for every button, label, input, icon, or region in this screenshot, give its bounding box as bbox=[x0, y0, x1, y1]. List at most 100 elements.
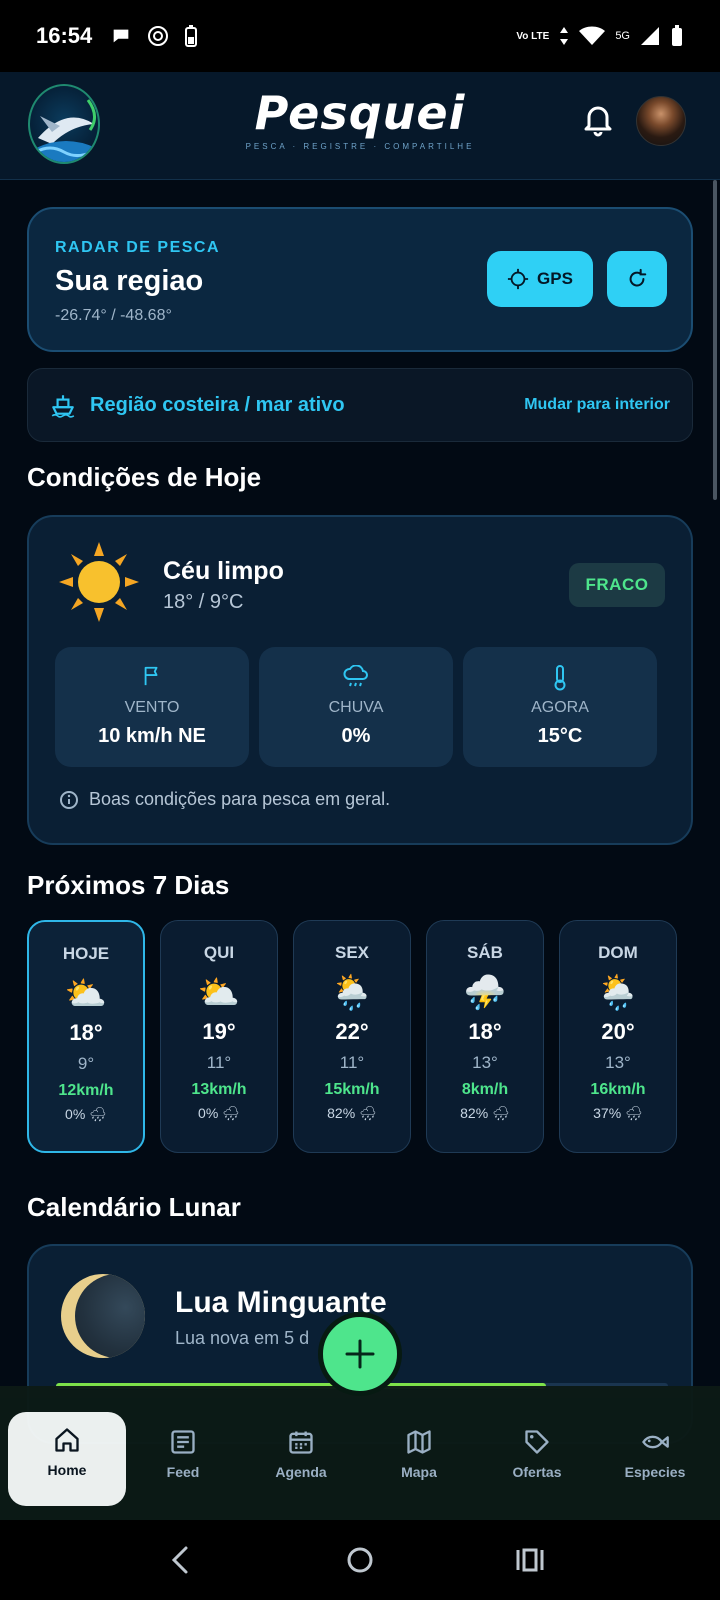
tag-icon bbox=[525, 1430, 549, 1454]
nav-label: Ofertas bbox=[512, 1464, 562, 1480]
plus-icon bbox=[345, 1339, 375, 1369]
day-rain: 82% 🌧 bbox=[427, 1105, 543, 1122]
day-card-fri[interactable]: SEX 🌦️ 22° 11° 15km/h 82% 🌧 bbox=[293, 920, 411, 1153]
day-card-thu[interactable]: QUI ⛅ 19° 11° 13km/h 0% 🌧 bbox=[160, 920, 278, 1153]
conditions-note: Boas condições para pesca em geral. bbox=[59, 789, 390, 810]
recents-icon[interactable] bbox=[514, 1540, 546, 1580]
chat-bubble-icon bbox=[113, 29, 129, 43]
openai-icon bbox=[148, 26, 169, 46]
nav-label: Agenda bbox=[275, 1464, 327, 1480]
conditions-note-text: Boas condições para pesca em geral. bbox=[89, 789, 391, 809]
moon-icon bbox=[61, 1274, 145, 1358]
day-name: DOM bbox=[598, 943, 638, 962]
radar-label: RADAR DE PESCA bbox=[55, 239, 221, 256]
nav-agenda[interactable]: Agenda bbox=[242, 1414, 360, 1496]
bottom-nav: Home Feed Agenda Mapa Ofertas Especies bbox=[0, 1386, 720, 1520]
home-circle-icon[interactable] bbox=[340, 1540, 380, 1580]
day-card-sun[interactable]: DOM 🌦️ 20° 13° 16km/h 37% 🌧 bbox=[559, 920, 677, 1153]
nav-label: Mapa bbox=[401, 1464, 437, 1480]
refresh-icon bbox=[629, 268, 647, 287]
sun-rain-icon: 🌦️ bbox=[330, 974, 374, 1012]
metric-rain: CHUVA 0% bbox=[259, 647, 453, 767]
scrollbar[interactable] bbox=[713, 180, 717, 500]
day-wind: 13km/h bbox=[191, 1081, 247, 1098]
day-max-temp: 18° bbox=[69, 1020, 103, 1045]
metric-label: AGORA bbox=[531, 699, 589, 716]
day-card-sat[interactable]: SÁB ⛈️ 18° 13° 8km/h 82% 🌧 bbox=[426, 920, 544, 1153]
nav-label: Home bbox=[47, 1462, 87, 1478]
temperature-range: 18° / 9°C bbox=[163, 591, 244, 613]
day-rain: 0% 🌧 bbox=[29, 1106, 143, 1123]
sky-condition: Céu limpo bbox=[163, 557, 284, 585]
region-bar: Região costeira / mar ativo Mudar para i… bbox=[27, 368, 693, 442]
region-text: Região costeira / mar ativo bbox=[90, 393, 345, 416]
status-notification-icons bbox=[110, 24, 198, 48]
day-max-temp: 19° bbox=[202, 1019, 236, 1044]
nav-especies[interactable]: Especies bbox=[596, 1414, 714, 1496]
day-rain-value: 82% bbox=[460, 1105, 489, 1121]
news-icon bbox=[171, 1430, 195, 1454]
avatar[interactable] bbox=[636, 96, 686, 146]
refresh-button[interactable] bbox=[607, 251, 667, 307]
map-icon bbox=[407, 1430, 431, 1454]
app-header: Pesquei PESCA · REGISTRE · COMPARTILHE bbox=[0, 72, 720, 180]
day-rain: 82% 🌧 bbox=[294, 1105, 410, 1122]
nav-feed[interactable]: Feed bbox=[124, 1414, 242, 1496]
day-rain-value: 82% bbox=[327, 1105, 356, 1121]
day-rain-value: 37% bbox=[593, 1105, 622, 1121]
ship-icon bbox=[51, 395, 75, 418]
status-system-icons: Vo LTE 5G bbox=[516, 25, 684, 47]
bell-icon[interactable] bbox=[580, 100, 616, 145]
battery-icon bbox=[672, 25, 682, 46]
day-rain: 37% 🌧 bbox=[560, 1105, 676, 1122]
add-button[interactable] bbox=[318, 1312, 402, 1396]
day-rain-value: 0% bbox=[198, 1105, 219, 1121]
nav-home[interactable]: Home bbox=[8, 1412, 126, 1506]
day-min-temp: 11° bbox=[339, 1053, 365, 1072]
nav-ofertas[interactable]: Ofertas bbox=[478, 1414, 596, 1496]
moon-subtext: Lua nova em 5 d bbox=[175, 1328, 310, 1348]
day-wind: 12km/h bbox=[58, 1082, 114, 1099]
day-name: SEX bbox=[334, 943, 370, 962]
radar-title: Sua regiao bbox=[55, 265, 204, 297]
day-max-temp: 20° bbox=[601, 1019, 635, 1044]
change-region-link[interactable]: Mudar para interior bbox=[524, 396, 670, 414]
nav-mapa[interactable]: Mapa bbox=[360, 1414, 478, 1496]
lunar-title: Calendário Lunar bbox=[27, 1192, 241, 1222]
sun-rain-icon: 🌦️ bbox=[596, 974, 640, 1012]
day-min-temp: 9° bbox=[77, 1054, 95, 1073]
metric-label: CHUVA bbox=[328, 699, 384, 716]
metric-now: AGORA 15°C bbox=[463, 647, 657, 767]
day-wind: 15km/h bbox=[324, 1081, 380, 1098]
forecast-title: Próximos 7 Dias bbox=[27, 870, 230, 900]
gps-button[interactable]: GPS bbox=[487, 251, 593, 307]
system-nav-bar bbox=[0, 1520, 720, 1600]
metric-value: 0% bbox=[341, 725, 371, 747]
back-icon[interactable] bbox=[164, 1540, 194, 1580]
status-bar: 16:54 Vo LTE 5G bbox=[0, 0, 720, 72]
crosshair-icon bbox=[507, 268, 529, 290]
calendar-icon bbox=[289, 1431, 313, 1454]
day-min-temp: 11° bbox=[206, 1053, 232, 1072]
volte-indicator: Vo LTE bbox=[516, 30, 550, 42]
rain-cloud-icon bbox=[343, 665, 368, 687]
home-icon bbox=[55, 1428, 79, 1452]
nav-label: Especies bbox=[624, 1464, 686, 1480]
gps-button-label: GPS bbox=[537, 269, 573, 288]
day-name: HOJE bbox=[62, 944, 110, 963]
day-min-temp: 13° bbox=[472, 1053, 498, 1072]
thermometer-icon bbox=[554, 665, 566, 691]
metric-value: 15°C bbox=[537, 725, 583, 747]
day-card-today[interactable]: HOJE ⛅ 18° 9° 12km/h 0% 🌧 bbox=[27, 920, 145, 1153]
battery-saver-icon bbox=[185, 25, 198, 47]
partly-cloudy-icon: ⛅ bbox=[197, 974, 241, 1012]
info-icon bbox=[60, 790, 78, 809]
data-arrows-icon bbox=[560, 27, 569, 45]
day-wind: 16km/h bbox=[590, 1081, 646, 1098]
partly-cloudy-icon: ⛅ bbox=[64, 975, 108, 1013]
rain-cloud-icon: 🌧 bbox=[492, 1105, 510, 1121]
wifi-icon bbox=[579, 26, 606, 45]
network-5g-label: 5G bbox=[615, 30, 630, 42]
fish-icon bbox=[642, 1435, 669, 1449]
day-name: SÁB bbox=[467, 943, 503, 962]
